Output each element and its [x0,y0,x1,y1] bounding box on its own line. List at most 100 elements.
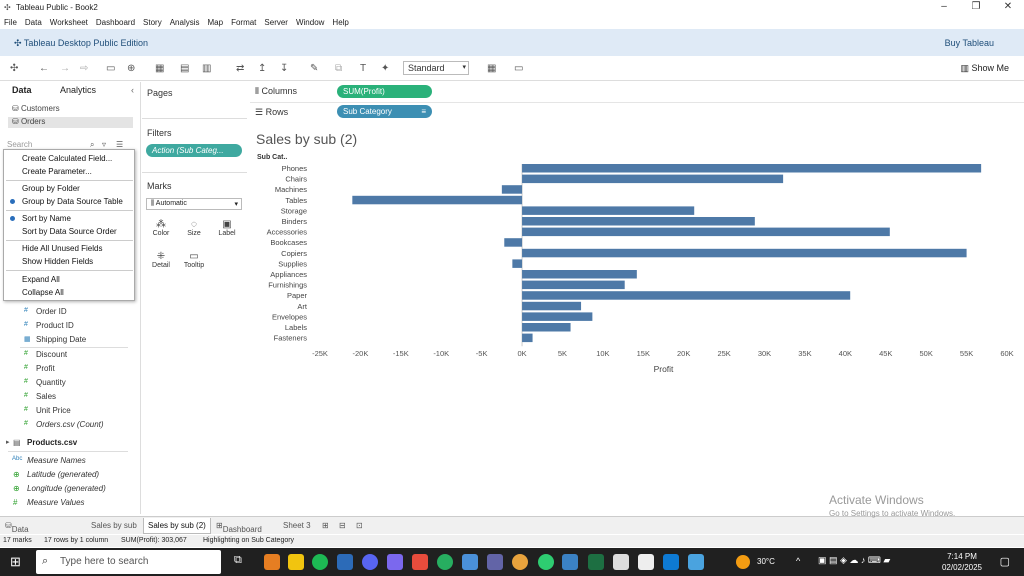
field-longitude[interactable]: Longitude (generated) [27,484,106,493]
detail-button[interactable]: ⁜ Detail [147,248,175,276]
fit-select[interactable]: Standard ▾ [403,61,469,75]
teams-icon[interactable] [487,554,503,570]
filter-pill-action[interactable]: Action (Sub Categ... [146,144,242,157]
category-label[interactable]: Bookcases [270,238,307,247]
task-view-icon[interactable]: ⧉ [234,554,250,570]
show-me-button[interactable]: ▥ Show Me [960,63,1009,74]
new-story-icon[interactable]: ⊡ [356,521,363,530]
app-icon[interactable] [688,554,704,570]
tab-data[interactable]: Data [12,85,32,95]
bar[interactable] [522,270,637,279]
labels-icon[interactable]: T [360,63,366,74]
undo-icon[interactable]: ← [39,63,49,74]
discord-icon[interactable] [362,554,378,570]
menu-file[interactable]: File [0,16,21,29]
category-label[interactable]: Furnishings [268,281,307,290]
bar[interactable] [522,301,582,311]
photos-icon[interactable] [663,554,679,570]
expand-icon[interactable]: ▸ [6,438,10,446]
field-profit[interactable]: Profit [36,364,55,373]
tab-sales-by-sub[interactable]: Sales by sub [91,521,137,530]
field-product-id[interactable]: Product ID [36,321,74,330]
tab-sales-by-sub-2[interactable]: Sales by sub (2) [143,518,211,534]
filter-icon[interactable]: ▿ [102,140,106,149]
pin-icon[interactable]: ✦ [381,63,389,74]
menu-data[interactable]: Data [21,16,46,29]
bar[interactable] [522,206,695,215]
menu-sort-by-name[interactable]: Sort by Name [22,214,71,223]
bar[interactable] [352,195,523,205]
field-measure-names[interactable]: Measure Names [27,456,86,465]
swap-icon[interactable]: ⇄ [236,63,244,74]
new-worksheet-icon[interactable]: ⊞ [322,521,329,530]
menu-story[interactable]: Story [139,16,166,29]
tableau-logo-icon[interactable]: ✣ [10,63,18,74]
show-cards-icon[interactable]: ▦ [487,63,496,74]
field-measure-values[interactable]: Measure Values [27,498,85,507]
menu-format[interactable]: Format [227,16,260,29]
menu-worksheet[interactable]: Worksheet [46,16,92,29]
presentation-icon[interactable]: ▭ [514,63,523,74]
close-icon[interactable]: ✕ [998,1,1018,15]
menu-sort-by-source-order[interactable]: Sort by Data Source Order [22,227,117,236]
app-icon[interactable] [264,554,280,570]
bar[interactable] [522,333,533,343]
menu-hide-unused-fields[interactable]: Hide All Unused Fields [22,244,102,253]
tooltip-button[interactable]: ▭ Tooltip [180,248,208,276]
excel-icon[interactable] [588,554,604,570]
tableau-taskbar-icon[interactable] [562,554,578,570]
app-icon[interactable] [412,554,428,570]
category-label[interactable]: Machines [275,185,307,194]
new-worksheet-icon[interactable]: ▦ [155,63,164,74]
bar[interactable] [522,174,784,184]
bar[interactable] [522,217,755,226]
menu-group-by-folder[interactable]: Group by Folder [22,184,80,193]
tab-sheet-3[interactable]: Sheet 3 [283,521,311,530]
chrome-icon[interactable] [512,554,528,570]
menu-create-parameter[interactable]: Create Parameter... [22,167,92,176]
app-icon[interactable] [462,554,478,570]
minimize-icon[interactable]: – [934,1,954,15]
notion-icon[interactable] [638,554,654,570]
chevron-up-icon[interactable]: ^ [796,556,800,566]
category-label[interactable]: Binders [282,217,308,226]
category-label[interactable]: Tables [285,196,307,205]
color-button[interactable]: ⁂ Color [147,216,175,244]
category-label[interactable]: Envelopes [272,312,307,321]
field-discount[interactable]: Discount [36,350,67,359]
category-label[interactable]: Phones [282,164,308,173]
category-label[interactable]: Chairs [285,175,307,184]
group-icon[interactable]: ⧉ [335,63,342,74]
new-datasource-icon[interactable]: ⊕ [127,63,135,74]
category-label[interactable]: Storage [281,206,307,215]
category-label[interactable]: Art [297,302,308,311]
menu-create-calculated-field[interactable]: Create Calculated Field... [22,154,112,163]
bar[interactable] [522,312,593,321]
menu-dashboard[interactable]: Dashboard [92,16,139,29]
field-latitude[interactable]: Latitude (generated) [27,470,99,479]
new-dashboard-icon[interactable]: ⊟ [339,521,346,530]
menu-map[interactable]: Map [204,16,228,29]
menu-expand-all[interactable]: Expand All [22,275,60,284]
clear-sheet-icon[interactable]: ▥ [202,63,211,74]
clock[interactable]: 7:14 PM 02/02/2025 [942,551,982,573]
buy-tableau-link[interactable]: Buy Tableau [945,38,994,48]
bar[interactable] [522,248,967,258]
notifications-icon[interactable]: ▢ [1000,555,1010,568]
bar[interactable] [512,259,523,268]
table-products[interactable]: Products.csv [27,438,77,447]
bar[interactable] [522,164,982,173]
taskbar-search[interactable]: ⌕ Type here to search [36,550,221,574]
collapse-pane-icon[interactable]: ‹ [131,85,134,95]
bar[interactable] [522,280,625,290]
bar[interactable] [501,185,523,194]
menu-help[interactable]: Help [328,16,352,29]
field-quantity[interactable]: Quantity [36,378,66,387]
menu-window[interactable]: Window [292,16,328,29]
rows-pill[interactable]: Sub Category ≡ [337,105,432,118]
datasource-orders[interactable]: ⛁ Orders [8,117,133,128]
bar[interactable] [522,291,851,300]
bar[interactable] [522,323,571,332]
menu-collapse-all[interactable]: Collapse All [22,288,64,297]
app-icon[interactable] [613,554,629,570]
